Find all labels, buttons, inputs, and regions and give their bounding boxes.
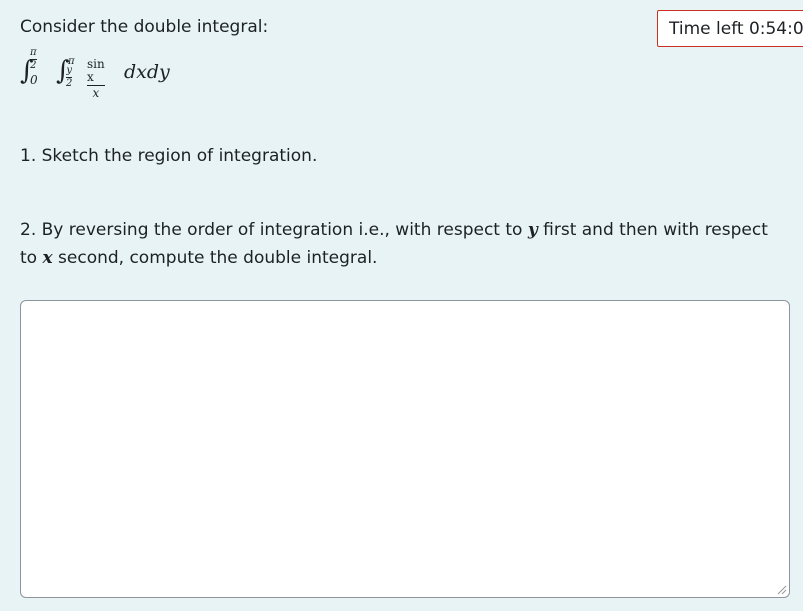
part2-text-a: 2. By reversing the order of integration… bbox=[20, 220, 528, 240]
part2-text-c: second, compute the double integral. bbox=[52, 248, 378, 268]
inner-lower-denominator: 2 bbox=[66, 78, 73, 89]
question-part-1: 1. Sketch the region of integration. bbox=[20, 146, 318, 166]
outer-lower-limit: 0 bbox=[30, 73, 38, 87]
outer-upper-denominator: 2 bbox=[30, 60, 37, 71]
inner-upper-limit: π bbox=[68, 56, 75, 67]
differentials: dxdy bbox=[124, 61, 170, 83]
answer-textarea[interactable] bbox=[20, 300, 790, 598]
integrand-fraction: sin x x bbox=[87, 58, 105, 100]
integrand-denominator: x bbox=[92, 86, 100, 100]
question-part-2: 2. By reversing the order of integration… bbox=[20, 216, 790, 272]
time-left-indicator: Time left 0:54:00 bbox=[657, 10, 803, 47]
question-intro: Consider the double integral: bbox=[20, 17, 269, 37]
resize-grip-icon[interactable] bbox=[775, 583, 787, 595]
outer-upper-limit: π 2 bbox=[30, 48, 37, 71]
integrand-numerator: sin x bbox=[87, 57, 105, 84]
inner-lower-limit: y 2 bbox=[66, 66, 73, 89]
math-variable-x: x bbox=[42, 248, 53, 268]
math-variable-y: y bbox=[527, 220, 538, 240]
outer-upper-numerator: π bbox=[30, 47, 37, 58]
